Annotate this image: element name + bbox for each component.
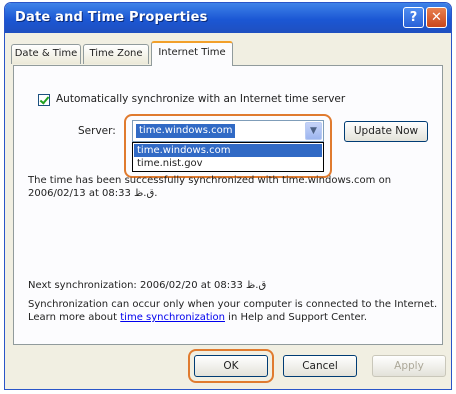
- ok-button[interactable]: OK: [194, 355, 268, 377]
- server-highlight-ring: [124, 114, 332, 178]
- update-now-button[interactable]: Update Now: [344, 121, 428, 142]
- sync-status-text: The time has been successfully synchroni…: [28, 175, 392, 199]
- window-title: Date and Time Properties: [15, 10, 208, 25]
- tab-internet-time[interactable]: Internet Time: [151, 41, 233, 66]
- date-time-properties-dialog: Date and Time Properties ? ✕ Date & Time…: [4, 2, 452, 390]
- auto-sync-label[interactable]: Automatically synchronize with an Intern…: [56, 93, 345, 105]
- info-text-after: in Help and Support Center.: [224, 312, 368, 323]
- help-button[interactable]: ?: [403, 7, 424, 28]
- sync-info-text: Synchronization can occur only when your…: [28, 298, 438, 324]
- tab-time-zone[interactable]: Time Zone: [83, 44, 149, 64]
- auto-sync-checkbox[interactable]: [38, 94, 50, 106]
- internet-time-panel: Automatically synchronize with an Intern…: [13, 65, 443, 345]
- time-sync-help-link[interactable]: time synchronization: [120, 312, 225, 323]
- server-label: Server:: [78, 125, 116, 137]
- title-bar[interactable]: Date and Time Properties ? ✕: [5, 3, 451, 33]
- apply-button[interactable]: Apply: [372, 355, 446, 377]
- close-button[interactable]: ✕: [426, 7, 447, 28]
- tab-date-time[interactable]: Date & Time: [11, 44, 81, 64]
- cancel-button[interactable]: Cancel: [283, 355, 357, 377]
- next-sync-text: Next synchronization: 2006/02/20 at 08:3…: [28, 280, 267, 291]
